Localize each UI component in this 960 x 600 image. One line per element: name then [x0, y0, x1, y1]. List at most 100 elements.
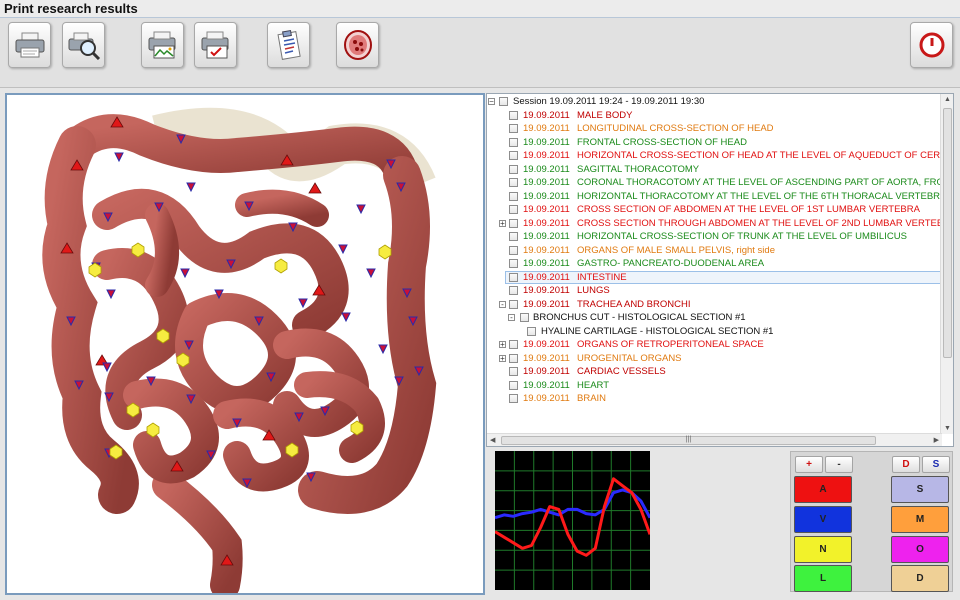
intestine-illustration [42, 107, 437, 593]
expand-icon[interactable]: + [499, 341, 506, 349]
tree-item-date: 19.09.2011 [523, 366, 570, 377]
tree-item[interactable]: HYALINE CARTILAGE - HISTOLOGICAL SECTION… [487, 325, 942, 339]
vertical-scrollbar[interactable]: ▲ ▼ [940, 94, 953, 434]
tree-item[interactable]: 19.09.2011 FRONTAL CROSS-SECTION OF HEAD [487, 136, 942, 150]
print-button[interactable] [8, 22, 51, 68]
window-title: Print research results [0, 0, 960, 18]
zoom-out-button[interactable]: - [825, 456, 853, 473]
tree-item-label: BRAIN [577, 393, 607, 404]
tree-item-checkbox[interactable] [509, 259, 518, 268]
scroll-right-icon[interactable]: ▶ [934, 436, 939, 444]
horizontal-scroll-thumb[interactable]: ||| [501, 436, 876, 445]
tree-item[interactable]: 19.09.2011 HORIZONTAL CROSS-SECTION OF HE… [487, 149, 942, 163]
tree-item[interactable]: 19.09.2011 BRAIN [487, 392, 942, 406]
tree-item-date: 19.09.2011 [523, 271, 570, 283]
tree-item[interactable]: 19.09.2011 HORIZONTAL THORACOTOMY AT THE … [487, 190, 942, 204]
tree-item[interactable]: +19.09.2011 CROSS SECTION THROUGH ABDOMEN… [487, 217, 942, 231]
mode-button-m[interactable]: M [891, 506, 949, 533]
print-image-button[interactable] [141, 22, 184, 68]
tree-item[interactable]: 19.09.2011 INTESTINE [487, 270, 942, 284]
exit-button[interactable] [910, 22, 953, 68]
horizontal-scrollbar[interactable]: ◀ ||| ▶ [487, 433, 942, 446]
tree-item-checkbox[interactable] [509, 232, 518, 241]
channel-button-a[interactable]: A [794, 476, 852, 503]
tree-item[interactable]: 19.09.2011 HORIZONTAL CROSS-SECTION OF TR… [487, 230, 942, 244]
research-tree[interactable]: − Session 19.09.2011 19:24 - 19.09.2011 … [486, 93, 954, 447]
tree-item[interactable]: 19.09.2011 HEART [487, 379, 942, 393]
tree-item-checkbox[interactable] [509, 272, 518, 282]
tree-item-date: 19.09.2011 [523, 123, 570, 134]
tree-item-checkbox[interactable] [509, 367, 518, 376]
tree-item-date: 19.09.2011 [523, 393, 570, 404]
intestine-3d-view[interactable] [5, 93, 485, 595]
collapse-icon[interactable]: - [499, 300, 506, 308]
tree-item[interactable]: +19.09.2011 UROGENITAL ORGANS [487, 352, 942, 366]
expand-icon[interactable]: + [499, 219, 506, 227]
tree-item[interactable]: 19.09.2011 CORONAL THORACOTOMY AT THE LEV… [487, 176, 942, 190]
tree-item-label: CROSS SECTION THROUGH ABDOMEN AT THE LEV… [577, 217, 942, 229]
scroll-down-icon[interactable]: ▼ [944, 425, 951, 432]
tree-item[interactable]: 19.09.2011 ORGANS OF MALE SMALL PELVIS, r… [487, 244, 942, 258]
tree-item[interactable]: 19.09.2011 LONGITUDINAL CROSS-SECTION OF … [487, 122, 942, 136]
mode-button-s[interactable]: S [891, 476, 949, 503]
collapse-icon[interactable]: − [488, 98, 495, 106]
tree-item[interactable]: +19.09.2011 ORGANS OF RETROPERITONEAL SPA… [487, 338, 942, 352]
tree-item-label: ORGANS OF MALE SMALL PELVIS, right side [577, 244, 775, 256]
d-mode-button[interactable]: D [892, 456, 920, 473]
tree-item-checkbox[interactable] [509, 178, 518, 187]
tree-item-label: CORONAL THORACOTOMY AT THE LEVEL OF ASCE… [577, 177, 942, 188]
cell-image-button[interactable] [336, 22, 379, 68]
tree-item-date: 19.09.2011 [523, 231, 570, 242]
tree-item-checkbox[interactable] [509, 340, 518, 349]
tree-item-checkbox[interactable] [509, 124, 518, 133]
tree-item[interactable]: 19.09.2011 MALE BODY [487, 109, 942, 123]
tree-item-checkbox[interactable] [509, 191, 518, 201]
s-mode-button[interactable]: S [922, 456, 950, 473]
tree-item[interactable]: - BRONCHUS CUT - HISTOLOGICAL SECTION #1 [487, 311, 942, 325]
tree-item-checkbox[interactable] [509, 380, 518, 390]
printer-check-icon [201, 31, 228, 59]
channel-button-l[interactable]: L [794, 565, 852, 592]
tree-item-label: ORGANS OF RETROPERITONEAL SPACE [577, 339, 764, 350]
tree-item[interactable]: - 19.09.2011 TRACHEA AND BRONCHI [487, 298, 942, 312]
tree-item-date: 19.09.2011 [523, 177, 570, 188]
print-preview-button[interactable] [62, 22, 105, 68]
tree-item-checkbox[interactable] [509, 137, 518, 147]
tree-item-checkbox[interactable] [509, 205, 518, 214]
tree-item[interactable]: 19.09.2011 CROSS SECTION OF ABDOMEN AT TH… [487, 203, 942, 217]
tree-item-checkbox[interactable] [509, 110, 518, 120]
tree-item-label: HYALINE CARTILAGE - HISTOLOGICAL SECTION… [541, 325, 774, 337]
tree-item-checkbox[interactable] [527, 326, 536, 336]
expand-icon[interactable]: + [499, 354, 506, 362]
scroll-up-icon[interactable]: ▲ [944, 96, 951, 103]
tree-item-checkbox[interactable] [509, 245, 518, 255]
tree-item[interactable]: 19.09.2011 GASTRO- PANCREATO-DUODENAL ARE… [487, 257, 942, 271]
scroll-left-icon[interactable]: ◀ [490, 436, 495, 444]
tree-item-checkbox[interactable] [509, 164, 518, 174]
tree-item-checkbox[interactable] [509, 299, 518, 309]
tree-item-checkbox[interactable] [509, 353, 518, 363]
channel-button-v[interactable]: V [794, 506, 852, 533]
tree-item[interactable]: 19.09.2011 SAGITTAL THORACOTOMY [487, 163, 942, 177]
mode-button-d[interactable]: D [891, 565, 949, 592]
tree-item-checkbox[interactable] [509, 286, 518, 295]
channel-button-n[interactable]: N [794, 536, 852, 563]
mode-button-o[interactable]: O [891, 536, 949, 563]
tree-item-label: FRONTAL CROSS-SECTION OF HEAD [577, 136, 747, 148]
report-button[interactable] [267, 22, 310, 68]
tree-item-label: LONGITUDINAL CROSS-SECTION OF HEAD [577, 123, 774, 134]
session-checkbox[interactable] [499, 97, 508, 106]
tree-item[interactable]: 19.09.2011 CARDIAC VESSELS [487, 365, 942, 379]
tree-item-checkbox[interactable] [520, 313, 529, 322]
tree-item-label: UROGENITAL ORGANS [577, 352, 682, 364]
vertical-scroll-thumb[interactable] [943, 108, 952, 358]
tree-item-label: LUNGS [577, 285, 610, 296]
tree-item[interactable]: 19.09.2011 LUNGS [487, 284, 942, 298]
tree-item-checkbox[interactable] [509, 151, 518, 160]
tree-item-checkbox[interactable] [509, 218, 518, 228]
collapse-icon[interactable]: - [508, 314, 515, 322]
zoom-in-button[interactable]: + [795, 456, 823, 473]
tree-item-checkbox[interactable] [509, 394, 518, 403]
session-row[interactable]: − Session 19.09.2011 19:24 - 19.09.2011 … [487, 95, 942, 109]
print-selection-button[interactable] [194, 22, 237, 68]
